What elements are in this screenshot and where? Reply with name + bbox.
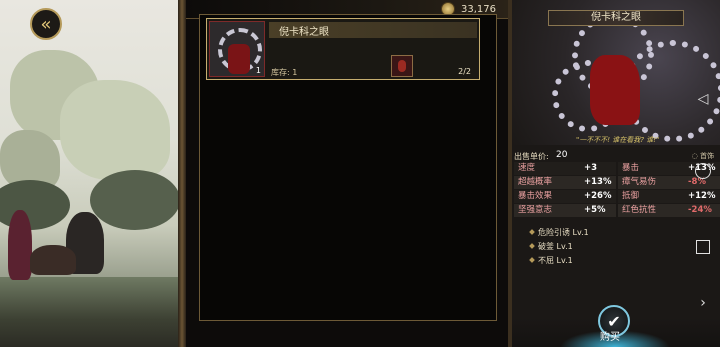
stat-row: 抵御 +12% — [618, 190, 720, 203]
chevron-right-icon[interactable]: › — [694, 294, 712, 312]
list-item[interactable]: 1 倪卡科之眼 库存: 1 2/2 — [206, 18, 480, 80]
skill-item: 破釜 Lv.1 — [529, 239, 589, 253]
stat-row: 速度 +3 — [514, 162, 616, 175]
item-name: 倪卡科之眼 — [279, 27, 329, 38]
buy-label: 购买 — [600, 332, 620, 343]
stat-row: 暴击效果 +26% — [514, 190, 616, 203]
item-quote: "一不不不! 谁在看我? 谁!" — [576, 136, 660, 144]
price-row: 出售单价: 20 ◌ 首饰 — [514, 150, 714, 162]
item-thumbnail: 1 — [209, 21, 265, 77]
detail-title: 倪卡科之眼 — [548, 10, 684, 26]
scene-background — [0, 0, 178, 347]
item-level: 1 — [255, 66, 261, 75]
stat-row: 红色抗性 -24% — [618, 204, 720, 217]
skill-item: 危险引诱 Lv.1 — [529, 225, 589, 239]
stat-row: 超越概率 +13% — [514, 176, 616, 189]
circle-icon[interactable] — [695, 163, 711, 179]
gold-value: 33,176 — [461, 3, 496, 15]
stat-row: 坚强意志 +5% — [514, 204, 616, 217]
skill-item: 不屈 Lv.1 — [529, 253, 589, 267]
price-label: 出售单价: — [514, 152, 549, 161]
price-value: 20 — [556, 150, 568, 160]
triangle-left-icon[interactable]: ◁ — [694, 90, 712, 108]
hero-character-2 — [8, 210, 32, 280]
skill-list: 危险引诱 Lv.1 破釜 Lv.1 不屈 Lv.1 — [529, 225, 589, 267]
eye-artifact — [590, 55, 640, 125]
frame-divider — [178, 0, 186, 347]
item-stock: 库存: 1 — [271, 68, 298, 77]
square-icon[interactable] — [696, 240, 710, 254]
item-count: 2/2 — [458, 67, 471, 76]
back-button[interactable]: « — [30, 8, 62, 40]
heirloom-label: ◌ 首饰 — [691, 152, 714, 160]
owner-portrait-icon — [391, 55, 413, 77]
hero-character-3 — [30, 245, 76, 275]
back-arrow-icon: « — [40, 13, 52, 35]
